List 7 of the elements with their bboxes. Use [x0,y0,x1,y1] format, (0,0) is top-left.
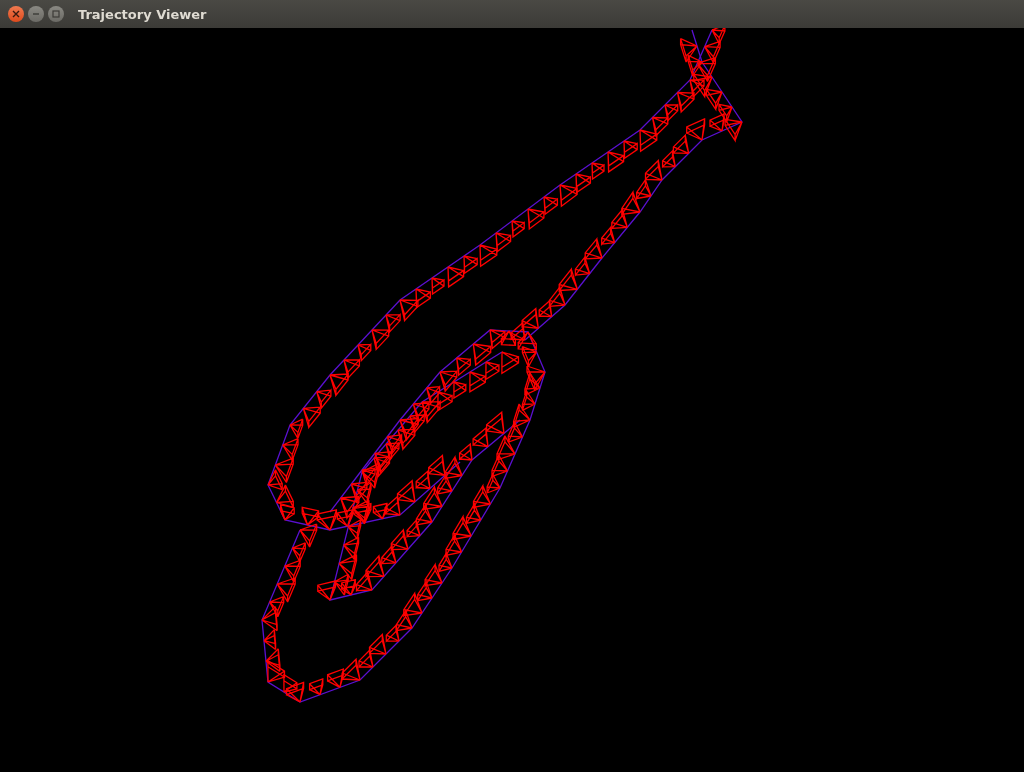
window-title: Trajectory Viewer [78,6,207,22]
close-button[interactable] [8,6,24,22]
minimize-icon [32,10,40,18]
maximize-icon [52,10,60,18]
maximize-button[interactable] [48,6,64,22]
close-icon [12,10,20,18]
minimize-button[interactable] [28,6,44,22]
